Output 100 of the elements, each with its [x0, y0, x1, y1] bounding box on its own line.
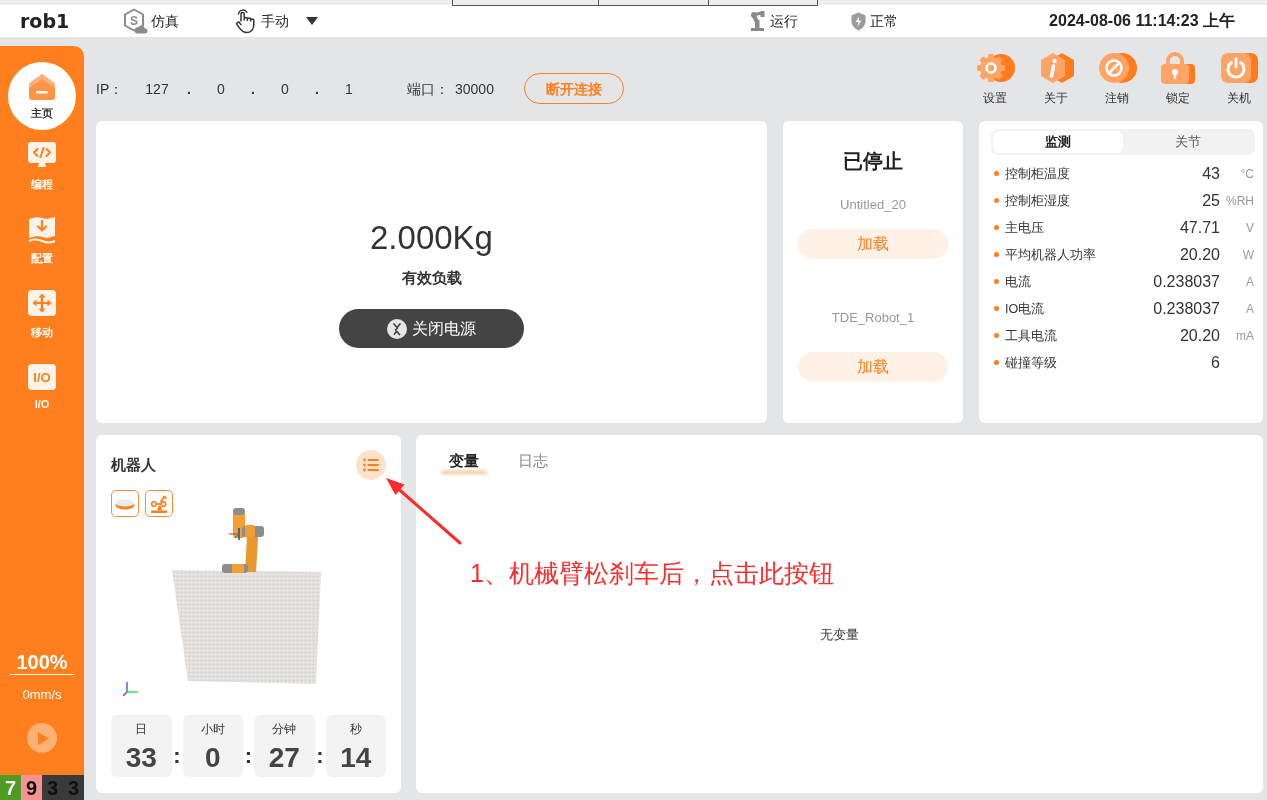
- runtime-value: 0: [204, 742, 221, 774]
- bullet-icon: [994, 252, 999, 257]
- program-status: 已停止: [843, 149, 903, 174]
- unplug-icon: [387, 318, 407, 339]
- ip-separator: .: [251, 79, 255, 98]
- menu-button[interactable]: [356, 450, 386, 480]
- metric-unit: %RH: [1226, 192, 1254, 209]
- metric-value: 20.20: [1179, 325, 1220, 346]
- metric-unit: °C: [1240, 165, 1254, 182]
- ip-octet: 127: [145, 79, 169, 98]
- bullet-icon: [994, 333, 999, 338]
- metric-label: 工具电流: [1005, 327, 1057, 344]
- speed-percent: 100%: [10, 651, 74, 675]
- payload-value: 2.000Kg: [370, 218, 493, 258]
- metric-value: 25: [1202, 190, 1220, 211]
- power-icon: [1218, 52, 1260, 84]
- metric-unit: V: [1246, 219, 1254, 236]
- app-title: rob1: [20, 9, 70, 33]
- counter-digit: 7: [0, 775, 21, 800]
- runtime-value: 27: [268, 742, 300, 774]
- run-status: 运行: [770, 12, 798, 30]
- metric-value: 43: [1202, 163, 1220, 184]
- toolbar-button[interactable]: 注销: [1093, 52, 1141, 121]
- mode-label: 仿真: [151, 12, 179, 30]
- robot-arm-icon: [149, 493, 169, 514]
- io-badge: I/O: [28, 364, 56, 390]
- ip-octet: 1: [345, 79, 353, 98]
- metric-label: IO电流: [1005, 300, 1045, 317]
- control-mode-dropdown[interactable]: 手动: [233, 8, 318, 34]
- runtime-unit: 小时: [200, 722, 225, 736]
- code-monitor-icon: [28, 142, 56, 170]
- disc-icon: [115, 497, 135, 510]
- robot-view-button[interactable]: [145, 490, 173, 517]
- runtime-unit: 秒: [349, 722, 362, 736]
- list-icon: [363, 458, 379, 472]
- bullet-icon: [994, 306, 999, 311]
- metric-label: 主电压: [1005, 219, 1044, 236]
- monitor-tab[interactable]: 关节: [1123, 131, 1253, 153]
- runtime-value: 33: [125, 742, 157, 774]
- metric-label: 碰撞等级: [1005, 354, 1057, 371]
- power-off-button[interactable]: 关闭电源: [339, 309, 524, 348]
- ip-separator: .: [187, 79, 191, 98]
- toolbar-button[interactable]: 设置: [971, 52, 1019, 121]
- metric-unit: mA: [1236, 327, 1254, 344]
- runtime-value: 14: [340, 742, 372, 774]
- speed-value: 0mm/s: [22, 687, 62, 703]
- metric-unit: W: [1242, 246, 1254, 263]
- map-download-icon: [28, 216, 56, 244]
- metric-label: 平均机器人功率: [1005, 246, 1096, 263]
- time-separator: :: [173, 743, 181, 770]
- runtime-unit: 日: [135, 722, 148, 736]
- metric-value: 6: [1211, 352, 1220, 373]
- counter-digit: 9: [21, 775, 42, 800]
- metric-label: 控制柜温度: [1005, 165, 1070, 182]
- house-icon: [27, 71, 57, 102]
- metric-value: 20.20: [1179, 244, 1220, 265]
- axes-icon: [122, 682, 138, 696]
- ip-octet: 0: [281, 79, 289, 98]
- toolbar-button[interactable]: 锁定: [1154, 52, 1202, 121]
- program-name: Untitled_20: [840, 196, 906, 214]
- sidebar-item[interactable]: 主页: [8, 62, 76, 130]
- runtime-unit: 分钟: [272, 722, 297, 736]
- card-title: 机器人: [111, 455, 156, 475]
- metric-label: 电流: [1005, 273, 1031, 290]
- metric-label: 控制柜湿度: [1005, 192, 1070, 209]
- bullet-icon: [994, 171, 999, 176]
- monitor-tab[interactable]: 监测: [993, 131, 1123, 153]
- port-label: 端口：: [407, 79, 449, 98]
- bullet-icon: [994, 360, 999, 365]
- toolbar-button[interactable]: 关机: [1215, 52, 1263, 121]
- panel-tab[interactable]: 变量: [440, 451, 488, 476]
- payload-label: 有效负载: [401, 268, 462, 288]
- time-separator: :: [244, 743, 253, 770]
- move-arrows-icon: [28, 290, 56, 318]
- play-button[interactable]: [27, 723, 57, 753]
- safety-status: 正常: [870, 12, 898, 30]
- panel-tab[interactable]: 日志: [509, 451, 557, 476]
- metric-unit: A: [1246, 300, 1254, 317]
- empty-message: 无变量: [820, 625, 859, 644]
- metric-value: 0.238037: [1153, 298, 1220, 319]
- ip-label: IP：: [96, 79, 124, 98]
- date-time: 2024-08-06 11:14:23 上午: [1049, 11, 1235, 31]
- metric-value: 0.238037: [1153, 271, 1220, 292]
- ip-octet: 0: [217, 79, 225, 98]
- ip-separator: .: [315, 79, 319, 98]
- program-name: TDE_Robot_1: [831, 309, 915, 327]
- annotation-text: 1、机械臂松刹车后，点击此按钮: [470, 558, 834, 589]
- metric-unit: A: [1246, 273, 1254, 290]
- bullet-icon: [994, 198, 999, 203]
- base-view-button[interactable]: [111, 490, 139, 517]
- bullet-icon: [994, 279, 999, 284]
- time-separator: :: [316, 743, 324, 770]
- toolbar-button[interactable]: 关于: [1032, 52, 1080, 121]
- port-value: 30000: [455, 79, 494, 98]
- gear-icon: [974, 52, 1016, 84]
- no-entry-icon: [1096, 52, 1138, 84]
- metric-value: 47.71: [1179, 217, 1220, 238]
- play-icon: [38, 731, 49, 745]
- bullet-icon: [994, 225, 999, 230]
- caret-icon: [306, 17, 318, 25]
